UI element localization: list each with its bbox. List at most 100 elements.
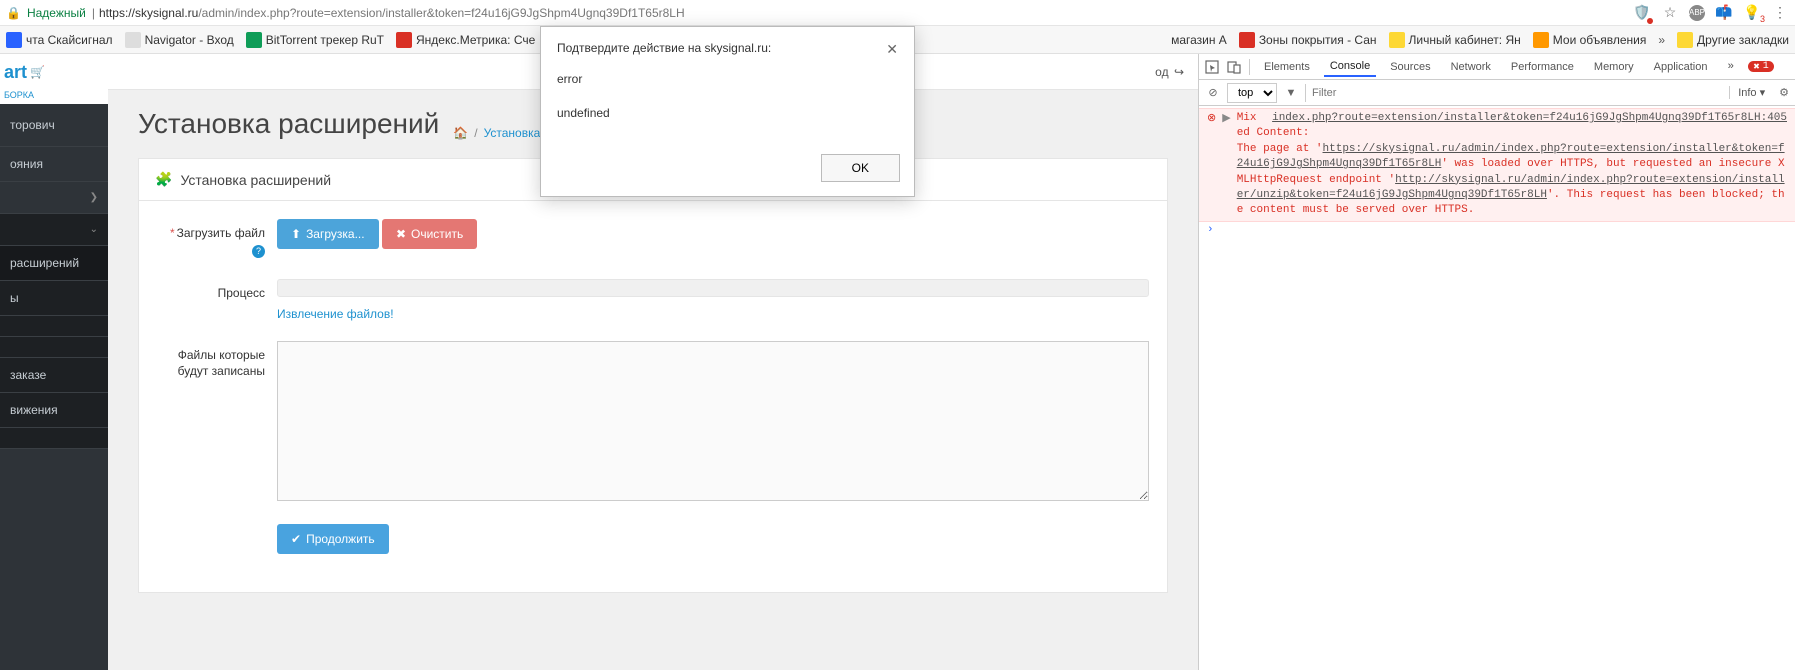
inspect-icon[interactable] xyxy=(1205,59,1219,75)
expand-icon[interactable]: ▶ xyxy=(1222,111,1230,125)
modal-body: error undefined xyxy=(541,62,914,144)
brand-sub: БОРКА xyxy=(0,90,108,104)
filter-input[interactable] xyxy=(1305,84,1723,102)
sidebar-item[interactable]: ояния xyxy=(0,147,108,182)
other-bookmarks[interactable]: Другие закладки xyxy=(1677,32,1789,48)
clear-button[interactable]: ✖ Очистить xyxy=(382,219,477,249)
devtools-tabs: Elements Console Sources Network Perform… xyxy=(1199,54,1795,80)
bulb-icon[interactable]: 💡3 xyxy=(1743,4,1761,22)
level-select[interactable]: Info ▾ xyxy=(1729,86,1773,99)
sidebar-subitem[interactable]: вижения xyxy=(0,393,108,428)
gear-icon[interactable]: ⚙ xyxy=(1779,86,1789,99)
sidebar-item[interactable]: ❯ xyxy=(0,182,108,214)
devtools-panel: Elements Console Sources Network Perform… xyxy=(1198,54,1795,670)
bookmark-item[interactable]: Зоны покрытия - Сан xyxy=(1239,32,1377,48)
upload-button[interactable]: ⬆ Загрузка... xyxy=(277,219,379,249)
chevron-right-icon: ❯ xyxy=(90,192,98,203)
bookmark-item[interactable]: Личный кабинет: Ян xyxy=(1389,32,1521,48)
logout-icon: ↪ xyxy=(1174,65,1184,79)
sidebar-user[interactable]: торович xyxy=(0,104,108,147)
close-icon[interactable]: ✕ xyxy=(886,41,898,58)
url-host: https://skysignal.ru xyxy=(99,6,198,20)
tab-performance[interactable]: Performance xyxy=(1505,57,1580,77)
clear-console-icon[interactable]: ⊘ xyxy=(1205,85,1221,101)
ok-button[interactable]: OK xyxy=(821,154,900,182)
modal-title: Подтвердите действие на skysignal.ru: xyxy=(557,41,771,58)
bookmark-item[interactable]: Navigator - Вход xyxy=(125,32,234,48)
bookmark-item[interactable]: Мои объявления xyxy=(1533,32,1647,48)
console-message: index.php?route=extension/installer&toke… xyxy=(1237,111,1787,219)
eraser-icon: ✖ xyxy=(396,227,406,241)
logout-link[interactable]: од ↪ xyxy=(1153,65,1184,79)
sidebar-subitem[interactable]: ы xyxy=(0,281,108,316)
favicon-icon xyxy=(1533,32,1549,48)
modal-line: error xyxy=(557,72,898,86)
sidebar-item[interactable]: ⌄ xyxy=(0,214,108,246)
context-select[interactable]: top xyxy=(1227,83,1277,103)
bookmark-chevron-icon[interactable]: » xyxy=(1658,33,1665,47)
error-count-badge[interactable]: 1 xyxy=(1748,61,1774,72)
sidebar-subitem[interactable] xyxy=(0,316,108,337)
sidebar-subitem[interactable]: расширений xyxy=(0,246,108,281)
console-prompt[interactable]: › xyxy=(1199,222,1795,238)
admin-sidebar: art 🛒 БОРКА торович ояния ❯ ⌄ расширений… xyxy=(0,54,108,670)
brand-logo[interactable]: art 🛒 xyxy=(0,54,108,90)
address-bar-icons: 🛡️ ☆ ABP 📫 💡3 ⋮ xyxy=(1633,4,1789,22)
favicon-icon xyxy=(246,32,262,48)
source-link[interactable]: index.php?route=extension/installer&toke… xyxy=(1272,111,1787,126)
upload-icon: ⬆ xyxy=(291,227,301,241)
abp-icon[interactable]: ABP xyxy=(1689,5,1705,21)
star-icon[interactable]: ☆ xyxy=(1661,4,1679,22)
ext-icon[interactable]: 🛡️ xyxy=(1633,4,1651,22)
url-text[interactable]: https://skysignal.ru/admin/index.php?rou… xyxy=(99,6,685,20)
progress-area: Извлечение файлов! xyxy=(277,279,1149,321)
bookmark-item[interactable]: магазин А xyxy=(1171,33,1227,47)
home-icon[interactable]: 🏠 xyxy=(453,126,468,140)
inbox-icon[interactable]: 📫 xyxy=(1715,4,1733,22)
files-controls xyxy=(277,341,1149,504)
filter-toggle-icon[interactable]: ▼ xyxy=(1283,85,1299,101)
favicon-icon xyxy=(1389,32,1405,48)
device-icon[interactable] xyxy=(1227,59,1241,75)
tab-memory[interactable]: Memory xyxy=(1588,57,1640,77)
tab-application[interactable]: Application xyxy=(1648,57,1714,77)
tab-network[interactable]: Network xyxy=(1445,57,1497,77)
status-text: Извлечение файлов! xyxy=(277,307,1149,321)
breadcrumb: 🏠 / Установка р xyxy=(453,126,550,140)
help-icon[interactable]: ? xyxy=(252,245,265,258)
bookmark-item[interactable]: чта Скайсигнал xyxy=(6,32,113,48)
console-error-row[interactable]: ⊗ ▶ index.php?route=extension/installer&… xyxy=(1199,108,1795,222)
sidebar-subitem[interactable] xyxy=(0,337,108,358)
page-title: Установка расширений xyxy=(138,108,439,140)
bookmark-item[interactable]: BitTorrent трекер RuT xyxy=(246,32,384,48)
tabs-overflow-icon[interactable]: » xyxy=(1727,61,1734,73)
upload-label: *Загрузить файл ? xyxy=(157,219,277,259)
progress-bar xyxy=(277,279,1149,297)
console-output: ⊗ ▶ index.php?route=extension/installer&… xyxy=(1199,106,1795,670)
continue-button[interactable]: ✔ Продолжить xyxy=(277,524,389,554)
tab-console[interactable]: Console xyxy=(1324,56,1376,77)
console-toolbar: ⊘ top ▼ Info ▾ ⚙ xyxy=(1199,80,1795,106)
favicon-icon xyxy=(1239,32,1255,48)
bookmark-item[interactable]: Яндекс.Метрика: Сче xyxy=(396,32,535,48)
sidebar-subitem[interactable] xyxy=(0,428,108,449)
tab-sources[interactable]: Sources xyxy=(1384,57,1436,77)
files-textarea[interactable] xyxy=(277,341,1149,501)
upload-controls: ⬆ Загрузка... ✖ Очистить xyxy=(277,219,1149,249)
files-row: Файлы которые будут записаны xyxy=(157,341,1149,504)
js-alert-modal: Подтвердите действие на skysignal.ru: ✕ … xyxy=(540,26,915,197)
modal-line: undefined xyxy=(557,106,898,120)
tab-elements[interactable]: Elements xyxy=(1258,57,1316,77)
menu-icon[interactable]: ⋮ xyxy=(1771,4,1789,22)
browser-address-bar: 🔒 Надежный | https://skysignal.ru/admin/… xyxy=(0,0,1795,26)
required-marker: * xyxy=(170,226,175,240)
url-path: /admin/index.php?route=extension/install… xyxy=(198,6,684,20)
chevron-down-icon: ⌄ xyxy=(90,224,98,235)
modal-header: Подтвердите действие на skysignal.ru: ✕ xyxy=(541,27,914,62)
files-label: Файлы которые будут записаны xyxy=(157,341,277,381)
panel-title: Установка расширений xyxy=(180,172,331,188)
secure-badge: Надежный xyxy=(27,6,86,20)
sidebar-subitem[interactable]: заказе xyxy=(0,358,108,393)
cart-icon: 🛒 xyxy=(30,65,45,79)
continue-row: ✔ Продолжить xyxy=(157,524,1149,554)
